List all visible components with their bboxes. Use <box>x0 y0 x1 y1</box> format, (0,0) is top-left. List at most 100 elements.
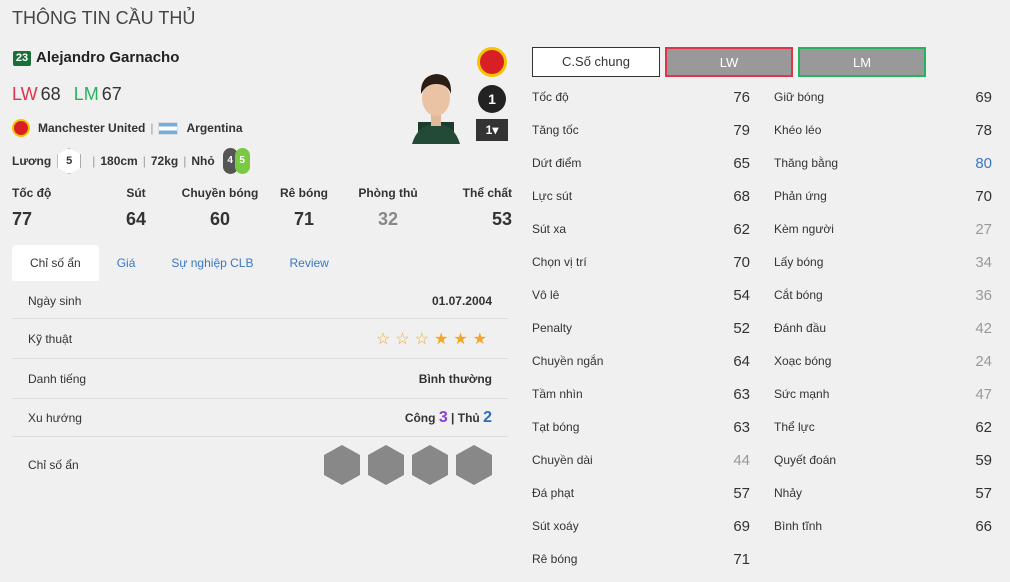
page-title: THÔNG TIN CẦU THỦ <box>12 8 196 28</box>
attribute-row: Đánh đầu 42 <box>774 312 992 345</box>
nation-name: Argentina <box>186 121 243 135</box>
attribute-label: Thăng bằng <box>774 156 839 170</box>
attribute-row: Dứt điểm 65 <box>532 147 750 180</box>
position-lw-label: LW <box>12 84 38 104</box>
separator: | <box>150 121 154 135</box>
level-badge[interactable]: 1 <box>478 85 506 113</box>
tab-club-career[interactable]: Sự nghiệp CLB <box>153 245 271 281</box>
trait-icon[interactable] <box>324 445 360 485</box>
attribute-value: 80 <box>975 155 992 172</box>
attribute-row: Chuyền dài 44 <box>532 444 750 477</box>
attribute-value: 27 <box>975 221 992 238</box>
attribute-label: Tạt bóng <box>532 420 580 434</box>
attribute-label: Tầm nhìn <box>532 387 583 401</box>
attribute-row: Kèm người 27 <box>774 213 992 246</box>
attributes-left: Tốc độ 76 Tăng tốc 79 Dứt điểm 65 Lực sút 68 Sút… <box>532 81 750 576</box>
attribute-row: Đá phạt 57 <box>532 477 750 510</box>
reputation-row: Danh tiếng Bình thường <box>12 359 508 399</box>
trait-icon[interactable] <box>368 445 404 485</box>
attribute-value: 66 <box>975 518 992 535</box>
attribute-value: 65 <box>733 155 750 172</box>
attribute-row: Tăng tốc 79 <box>532 114 750 147</box>
attribute-row: Nhảy 57 <box>774 477 992 510</box>
attribute-value: 36 <box>975 287 992 304</box>
player-info-row: Lương 5 | 180cm | 72kg | Nhỏ 4 5 <box>12 148 250 174</box>
hidden-stats-panel: Ngày sinh 01.07.2004 Kỹ thuật ☆☆☆★★★ Dan… <box>12 283 508 493</box>
attribute-value: 71 <box>733 551 750 568</box>
attribute-value: 24 <box>975 353 992 370</box>
attribute-label: Lấy bóng <box>774 255 824 269</box>
birth-date: 01.07.2004 <box>431 293 492 308</box>
attribute-label: Cắt bóng <box>774 288 823 302</box>
club-logo-icon <box>477 47 507 77</box>
tab-price[interactable]: Giá <box>99 245 154 281</box>
attribute-value: 68 <box>733 188 750 205</box>
trend-row: Xu hướng Công 3 | Thủ 2 <box>12 399 508 437</box>
attribute-value: 59 <box>975 452 992 469</box>
attribute-value: 42 <box>975 320 992 337</box>
attribute-row: Lực sút 68 <box>532 180 750 213</box>
work-rate: Công 3 | Thủ 2 <box>404 408 492 426</box>
attribute-label: Sức mạnh <box>774 387 830 401</box>
attribute-label: Sút xoáy <box>532 519 579 533</box>
player-portrait <box>412 74 460 144</box>
attribute-label: Nhảy <box>774 486 803 500</box>
attribute-value: 64 <box>733 353 750 370</box>
trait-icon[interactable] <box>412 445 448 485</box>
attribute-label: Xoạc bóng <box>774 354 832 368</box>
attribute-value: 63 <box>733 419 750 436</box>
main-stat: Rê bóng 71 <box>280 186 328 229</box>
position-lm-ovr: 67 <box>101 84 122 104</box>
attribute-label: Giữ bóng <box>774 90 825 104</box>
skill-stars: ☆☆☆★★★ <box>375 330 492 348</box>
attribute-label: Rê bóng <box>532 552 578 566</box>
attribute-row: Chọn vị trí 70 <box>532 246 750 279</box>
general-stats-button[interactable]: C.Số chung <box>532 47 660 77</box>
attribute-value: 52 <box>733 320 750 337</box>
attribute-row: Vô lê 54 <box>532 279 750 312</box>
trait-icon[interactable] <box>456 445 492 485</box>
attribute-value: 70 <box>733 254 750 271</box>
attribute-row: Sút xa 62 <box>532 213 750 246</box>
height-value: 180cm <box>100 154 138 168</box>
main-stat: Tốc độ 77 <box>12 186 52 229</box>
attribute-row: Penalty 52 <box>532 312 750 345</box>
attribute-row: Xoạc bóng 24 <box>774 345 992 378</box>
foot-ratings: 4 5 <box>222 148 250 174</box>
skill-row: Kỹ thuật ☆☆☆★★★ <box>12 319 508 359</box>
reputation-value: Bình thường <box>418 371 492 386</box>
attribute-value: 62 <box>975 419 992 436</box>
attribute-value: 44 <box>733 452 750 469</box>
attribute-label: Phản ứng <box>774 189 827 203</box>
hidden-traits-row: Chỉ số ẩn <box>12 437 508 493</box>
main-stats: Tốc độ 77 Sút 64 Chuyền bóng 60 Rê bóng 71 P… <box>12 186 512 230</box>
main-stat: Phòng thủ 32 <box>358 186 418 229</box>
attribute-value: 70 <box>975 188 992 205</box>
main-stat: Thể chất 53 <box>462 186 512 229</box>
attribute-value: 57 <box>975 485 992 502</box>
attribute-value: 69 <box>733 518 750 535</box>
lw-stats-button[interactable]: LW <box>665 47 793 77</box>
upgrade-dropdown[interactable]: 1▾ <box>476 119 508 141</box>
info-tabs: Chỉ số ẩn Giá Sự nghiệp CLB Review <box>12 245 347 281</box>
attribute-row: Cắt bóng 36 <box>774 279 992 312</box>
attribute-row: Tạt bóng 63 <box>532 411 750 444</box>
attribute-label: Sút xa <box>532 222 567 236</box>
lm-stats-button[interactable]: LM <box>798 47 926 77</box>
attribute-row: Thể lực 62 <box>774 411 992 444</box>
attribute-value: 63 <box>733 386 750 403</box>
attribute-value: 57 <box>733 485 750 502</box>
birth-row: Ngày sinh 01.07.2004 <box>12 283 508 319</box>
salary-hex-badge: 5 <box>57 148 82 174</box>
tab-review[interactable]: Review <box>271 245 346 281</box>
position-lw-ovr: 68 <box>40 84 61 104</box>
attribute-row: Khéo léo 78 <box>774 114 992 147</box>
tab-hidden-stats[interactable]: Chỉ số ẩn <box>12 245 99 281</box>
attribute-row: Tốc độ 76 <box>532 81 750 114</box>
right-foot-icon: 5 <box>234 148 250 174</box>
argentina-flag-icon <box>158 121 179 135</box>
attribute-label: Đánh đầu <box>774 321 827 335</box>
position-lm-label: LM <box>73 84 99 104</box>
attribute-value: 69 <box>975 89 992 106</box>
attribute-label: Tăng tốc <box>532 123 579 137</box>
